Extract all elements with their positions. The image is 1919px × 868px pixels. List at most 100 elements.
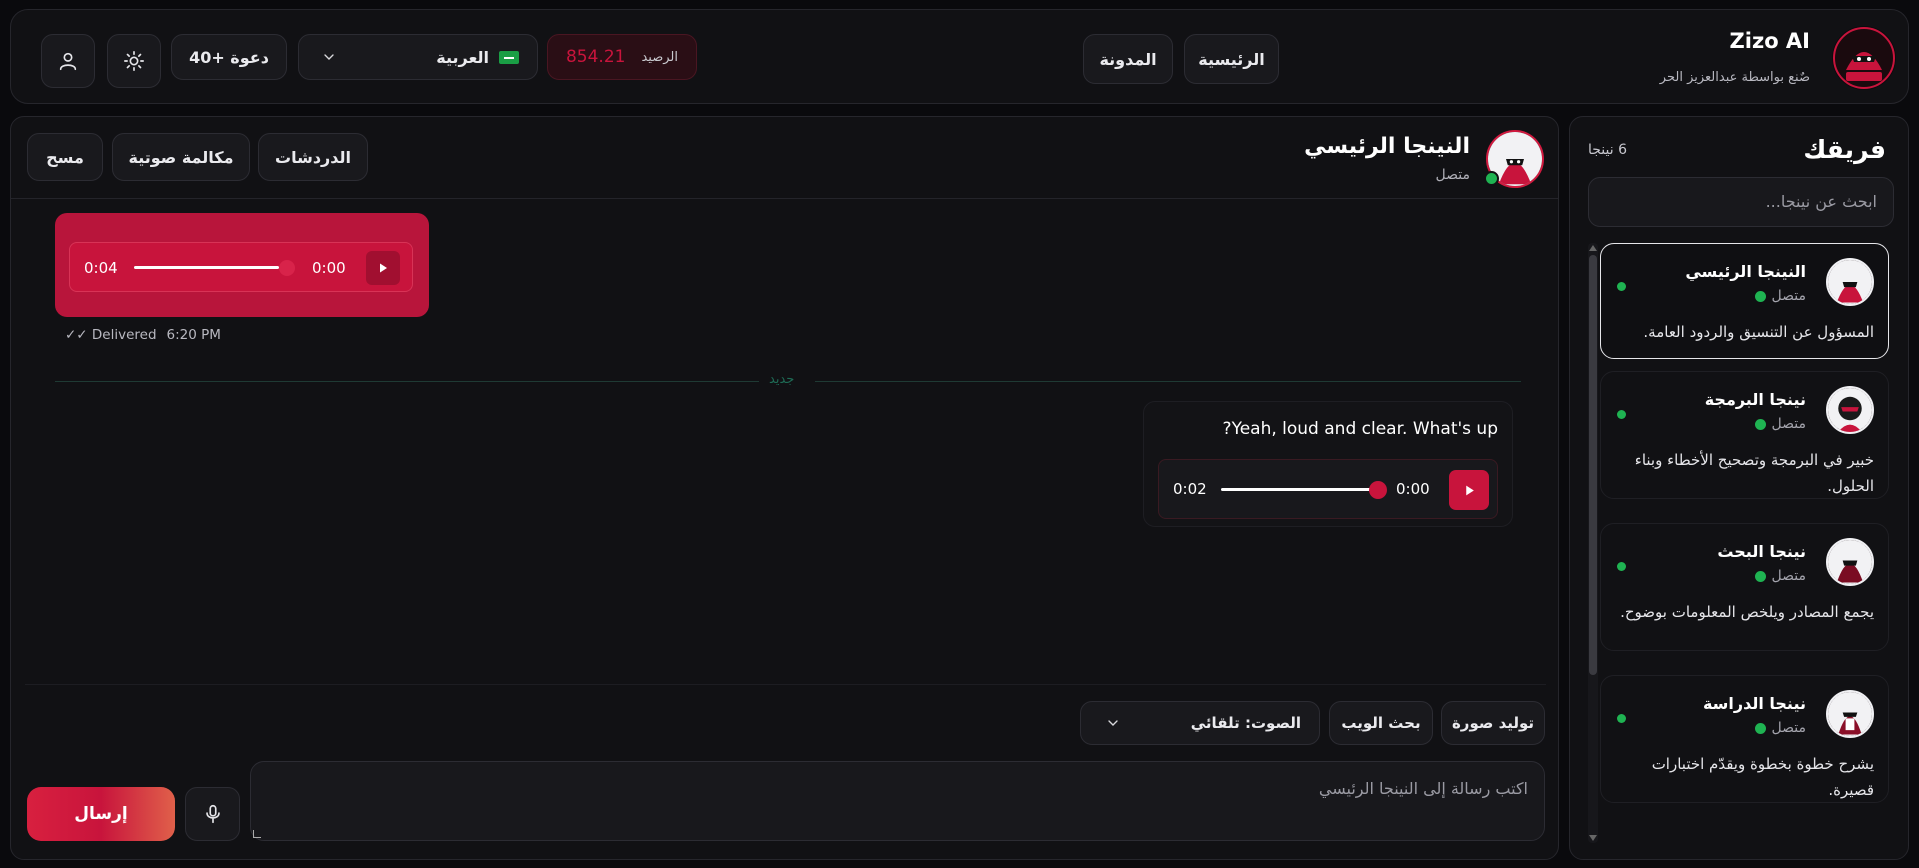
clear-label: مسح bbox=[46, 147, 84, 167]
composer-divider bbox=[25, 684, 1546, 685]
ninja-status: متصل bbox=[1754, 288, 1806, 304]
resize-handle-icon[interactable] bbox=[253, 830, 261, 838]
chat-header: النينجا الرئيسي متصل الدردشات مكالمة صوت… bbox=[11, 117, 1558, 199]
message-meta: ✓✓ Delivered 6:20 PM bbox=[65, 327, 221, 343]
balance-label: الرصيد bbox=[641, 49, 678, 65]
saudi-flag-icon bbox=[499, 50, 519, 64]
status-dot bbox=[1754, 290, 1766, 302]
ninja-card-main[interactable]: النينجا الرئيسي متصل المسؤول عن التنسيق … bbox=[1600, 243, 1889, 359]
online-indicator bbox=[1617, 410, 1626, 419]
online-indicator bbox=[1617, 562, 1626, 571]
agent-voice-message: Yeah, loud and clear. What's up? 0:02 0:… bbox=[1143, 401, 1513, 527]
play-icon bbox=[380, 263, 387, 273]
agent-message-text: Yeah, loud and clear. What's up? bbox=[1222, 419, 1498, 439]
ninja-status: متصل bbox=[1754, 720, 1806, 736]
scroll-down-arrow-icon[interactable] bbox=[1589, 835, 1597, 841]
agent-audio-progress-track[interactable] bbox=[1221, 488, 1371, 491]
brand-logo[interactable] bbox=[1832, 26, 1896, 90]
language-label: العربية bbox=[436, 47, 489, 67]
new-divider-line-left bbox=[55, 381, 759, 382]
agent-audio-duration: 0:02 bbox=[1173, 480, 1207, 498]
chats-button[interactable]: الدردشات bbox=[258, 133, 368, 181]
scrollbar-thumb[interactable] bbox=[1589, 255, 1597, 675]
team-search-input[interactable]: ابحث عن نينجا... bbox=[1588, 177, 1894, 227]
profile-button[interactable] bbox=[41, 34, 95, 88]
ninja-card-study[interactable]: نينجا الدراسة متصل يشرح خطوة بخطوة ويقدّ… bbox=[1600, 675, 1889, 803]
ninja-name: نينجا الدراسة bbox=[1702, 694, 1806, 713]
nav-blog-button[interactable]: المدونة bbox=[1083, 34, 1173, 84]
ninja-description: يجمع المصادر ويلخص المعلومات بوضوح. bbox=[1620, 603, 1874, 621]
new-divider-label: جديد bbox=[769, 372, 795, 387]
audio-progress-thumb[interactable] bbox=[279, 260, 295, 276]
team-search-placeholder: ابحث عن نينجا... bbox=[1765, 192, 1877, 211]
message-input[interactable]: اكتب رسالة إلى النينجا الرئيسي bbox=[250, 761, 1545, 841]
ninja-card-coding[interactable]: نينجا البرمجة متصل خبير في البرمجة وتصحي… bbox=[1600, 371, 1889, 499]
sun-icon bbox=[124, 51, 144, 71]
voice-call-label: مكالمة صوتية bbox=[128, 147, 234, 167]
audio-progress-track[interactable] bbox=[134, 266, 279, 269]
agent-audio-progress-thumb[interactable] bbox=[1369, 481, 1387, 499]
ninja-status: متصل bbox=[1754, 416, 1806, 432]
web-search-label: بحث الويب bbox=[1341, 714, 1421, 732]
team-list-scrollbar[interactable] bbox=[1588, 243, 1598, 843]
message-time: 6:20 PM bbox=[166, 327, 221, 343]
top-header: Zizo AI صٌنع بواسطة عبدالعزيز الحر الرئي… bbox=[10, 9, 1909, 104]
ninja-status-label: متصل bbox=[1771, 288, 1806, 304]
agent-audio-current-time: 0:00 bbox=[1396, 480, 1430, 498]
status-dot bbox=[1754, 722, 1766, 734]
team-title: فريقك bbox=[1803, 135, 1886, 164]
chevron-down-icon bbox=[324, 54, 334, 60]
generate-image-button[interactable]: توليد صورة bbox=[1441, 701, 1545, 745]
ninja-card-research[interactable]: نينجا البحث متصل يجمع المصادر ويلخص المع… bbox=[1600, 523, 1889, 651]
user-voice-message: 0:04 0:00 bbox=[55, 213, 429, 317]
voice-select[interactable]: الصوت: تلقائي bbox=[1080, 701, 1320, 745]
ninja-avatar-icon bbox=[1828, 260, 1872, 304]
message-input-placeholder: اكتب رسالة إلى النينجا الرئيسي bbox=[1318, 779, 1528, 798]
online-indicator bbox=[1617, 714, 1626, 723]
send-button[interactable]: إرسال bbox=[27, 787, 175, 841]
ninja-status-label: متصل bbox=[1771, 720, 1806, 736]
ninja-avatar bbox=[1826, 258, 1874, 306]
microphone-icon bbox=[205, 804, 220, 824]
agent-name: النينجا الرئيسي bbox=[1304, 134, 1470, 159]
agent-online-dot bbox=[1484, 171, 1499, 186]
scroll-up-arrow-icon[interactable] bbox=[1589, 245, 1597, 251]
play-button[interactable] bbox=[366, 251, 400, 285]
ninja-avatar bbox=[1826, 690, 1874, 738]
agent-play-button[interactable] bbox=[1449, 470, 1489, 510]
ninja-avatar-icon bbox=[1828, 540, 1872, 584]
clear-button[interactable]: مسح bbox=[27, 133, 103, 181]
web-search-button[interactable]: بحث الويب bbox=[1329, 701, 1433, 745]
mic-button[interactable] bbox=[185, 787, 240, 841]
ninja-description: المسؤول عن التنسيق والردود العامة. bbox=[1643, 323, 1874, 341]
audio-duration: 0:04 bbox=[84, 259, 118, 277]
ninja-avatar-icon bbox=[1828, 692, 1872, 736]
generate-image-label: توليد صورة bbox=[1451, 714, 1535, 732]
user-icon bbox=[59, 52, 77, 71]
voice-call-button[interactable]: مكالمة صوتية bbox=[112, 133, 250, 181]
audio-current-time: 0:00 bbox=[312, 259, 346, 277]
language-select[interactable]: العربية bbox=[298, 34, 538, 80]
balance-value: 854.21 bbox=[565, 47, 626, 67]
ninja-avatar bbox=[1826, 538, 1874, 586]
agent-status: متصل bbox=[1435, 167, 1470, 183]
ninja-status-label: متصل bbox=[1771, 568, 1806, 584]
brand-name: Zizo AI bbox=[1729, 29, 1810, 53]
ninja-name: نينجا البحث bbox=[1717, 542, 1806, 561]
status-dot bbox=[1754, 418, 1766, 430]
nav-home-button[interactable]: الرئيسية bbox=[1184, 34, 1279, 84]
chats-label: الدردشات bbox=[275, 147, 351, 167]
nav-home-label: الرئيسية bbox=[1198, 49, 1265, 69]
new-divider-line-right bbox=[815, 381, 1521, 382]
ninja-avatar bbox=[1826, 386, 1874, 434]
nav-blog-label: المدونة bbox=[1099, 49, 1157, 69]
ninja-description: خبير في البرمجة وتصحيح الأخطاء وبناء الح… bbox=[1634, 451, 1874, 495]
theme-toggle-button[interactable] bbox=[107, 34, 161, 88]
ninja-status: متصل bbox=[1754, 568, 1806, 584]
ninja-status-label: متصل bbox=[1771, 416, 1806, 432]
invite-button[interactable]: دعوة +40 bbox=[171, 34, 287, 80]
play-icon bbox=[1465, 485, 1474, 495]
ninja-description: يشرح خطوة بخطوة ويقدّم اختبارات قصيرة. bbox=[1651, 755, 1874, 799]
agent-audio-player: 0:02 0:00 bbox=[1158, 459, 1498, 519]
send-label: إرسال bbox=[74, 804, 128, 824]
